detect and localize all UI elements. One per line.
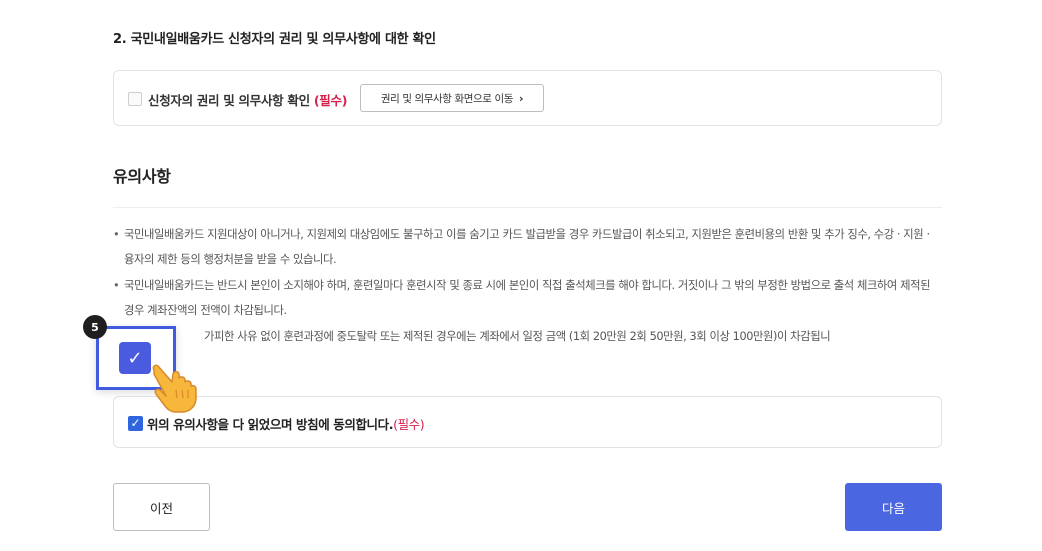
note-item: 국민내일배움카드 지원대상이 아니거나, 지원제외 대상임에도 불구하고 이를 … bbox=[113, 222, 942, 272]
agree-checkbox[interactable]: ✓ bbox=[128, 416, 143, 431]
prev-button[interactable]: 이전 bbox=[113, 483, 210, 531]
notes-list: 국민내일배움카드 지원대상이 아니거나, 지원제외 대상임에도 불구하고 이를 … bbox=[113, 222, 942, 350]
chevron-right-icon: › bbox=[519, 91, 524, 105]
divider bbox=[113, 207, 942, 208]
notes-heading: 유의사항 bbox=[113, 167, 171, 186]
rights-checkbox[interactable] bbox=[128, 92, 142, 106]
rights-checkbox-label[interactable]: 신청자의 권리 및 의무사항 확인 (필수) bbox=[148, 90, 347, 109]
agree-checkbox-label[interactable]: 위의 유의사항을 다 읽었으며 방침에 동의합니다.(필수) bbox=[147, 414, 425, 433]
next-button[interactable]: 다음 bbox=[845, 483, 942, 531]
required-mark: (필수) bbox=[393, 417, 425, 432]
section-title: 2. 국민내일배움카드 신청자의 권리 및 의무사항에 대한 확인 bbox=[113, 32, 436, 47]
agree-label-text: 위의 유의사항을 다 읽었으며 방침에 동의합니다. bbox=[147, 417, 394, 432]
required-mark: (필수) bbox=[313, 93, 348, 108]
note-item: 국민내일배움카드는 반드시 본인이 소지해야 하며, 훈련일마다 훈련시작 및 … bbox=[113, 273, 942, 323]
agree-box: ✓ 위의 유의사항을 다 읽었으며 방침에 동의합니다.(필수) bbox=[113, 396, 942, 448]
pointing-hand-icon bbox=[152, 364, 197, 413]
rights-label-text: 신청자의 권리 및 의무사항 확인 bbox=[148, 93, 310, 108]
go-to-rights-label: 권리 및 의무사항 화면으로 이동 bbox=[380, 92, 514, 105]
go-to-rights-button[interactable]: 권리 및 의무사항 화면으로 이동 › bbox=[360, 84, 544, 112]
note-item: 가피한 사유 없이 훈련과정에 중도탈락 또는 제적된 경우에는 계좌에서 일정… bbox=[113, 324, 942, 349]
rights-confirm-box: 신청자의 권리 및 의무사항 확인 (필수) 권리 및 의무사항 화면으로 이동… bbox=[113, 70, 942, 126]
step-badge: 5 bbox=[83, 315, 107, 339]
